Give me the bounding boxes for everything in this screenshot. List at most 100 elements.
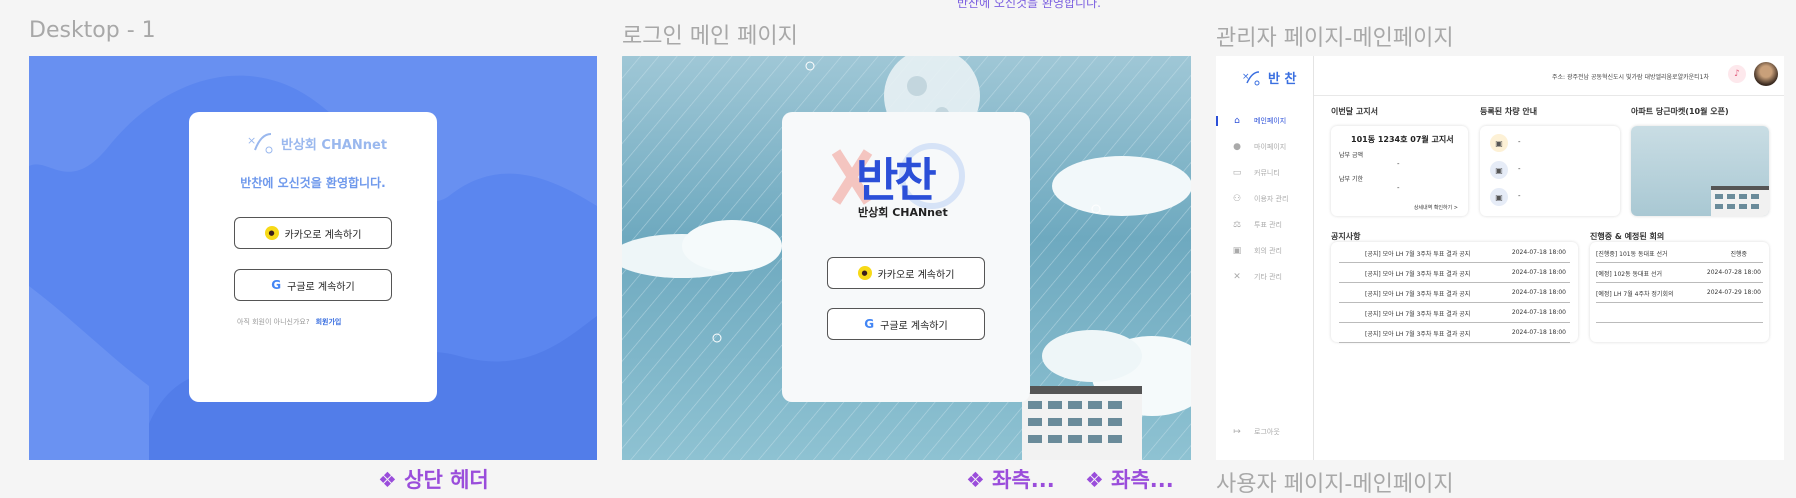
- users-icon: ⚇: [1232, 194, 1242, 204]
- brand-mark-icon: ×: [1242, 70, 1260, 85]
- sidebar-item-label: 커뮤니티: [1254, 169, 1280, 177]
- meetings-section-title: 진행중 & 예정된 회의: [1590, 232, 1665, 241]
- notice-title: [공지] 모아 LH 7월 3주차 투표 결과 공지: [1365, 251, 1471, 258]
- sidebar-item-label: 기타 관리: [1254, 273, 1282, 281]
- bell-icon[interactable]: ♪: [1728, 65, 1746, 83]
- market-section-title: 아파트 당근마켓(10월 오픈): [1631, 107, 1729, 116]
- svg-text:×: ×: [247, 134, 256, 147]
- bill-section-title: 이번달 고지서: [1331, 107, 1378, 116]
- bill-amount-value: -: [1397, 160, 1400, 168]
- sidebar-item[interactable]: ⌂ 메인페이지: [1216, 116, 1286, 126]
- section-label-header: ❖ 상단 헤더: [378, 468, 489, 492]
- cars-section-title: 등록된 차량 안내: [1480, 107, 1538, 116]
- meeting-title: [예정] LH 7월 4주차 정기회의: [1596, 291, 1674, 298]
- meetings-panel: [진행중] 101동 동대표 선거 진행중 [예정] 102동 동대표 선거 2024…: [1590, 242, 1769, 342]
- signup-prompt: 아직 회원이 아니신가요?: [237, 318, 310, 326]
- frame-title-login: 로그인 메인 페이지: [622, 24, 798, 49]
- section-label-left-1: ❖ 좌측...: [966, 468, 1055, 492]
- notice-title: [공지] 모아 LH 7월 3주차 투표 결과 공지: [1365, 291, 1471, 298]
- bill-due-label: 납부 기한: [1339, 176, 1363, 183]
- desktop-frame: × 반상회 CHANnet 반찬에 오신것을 환영합니다. ● 카카오로 계속하…: [29, 56, 597, 460]
- logo-text: 반상회 CHANnet: [281, 137, 388, 153]
- brand: × 반 찬: [1242, 68, 1296, 87]
- welcome-text: 반찬에 오신것을 환영합니다.: [240, 176, 386, 190]
- logo-big-text: 반찬: [856, 153, 937, 207]
- kakao-button-label: 카카오로 계속하기: [877, 269, 955, 281]
- notice-date: 2024-07-18 18:00: [1511, 249, 1566, 256]
- car-value: -: [1518, 192, 1521, 200]
- meeting-row[interactable]: [예정] 102동 동대표 선거 2024-07-28 18:00: [1596, 264, 1763, 283]
- meeting-icon: ▣: [1232, 246, 1242, 256]
- car-icon: ▣: [1490, 134, 1508, 152]
- big-logo: 반찬 반상회 CHANnet: [832, 142, 982, 228]
- notice-row[interactable]: [공지] 모아 LH 7월 3주차 투표 결과 공지 2024-07-18 18:…: [1339, 284, 1570, 303]
- sidebar-item-label: 투표 관리: [1254, 221, 1282, 229]
- sidebar-item-label: 회의 관리: [1254, 247, 1282, 255]
- chat-icon: ▭: [1232, 168, 1242, 178]
- google-icon: G: [864, 317, 875, 331]
- login-card: × 반상회 CHANnet 반찬에 오신것을 환영합니다. ● 카카오로 계속하…: [189, 112, 437, 402]
- meeting-row[interactable]: [예정] LH 7월 4주차 정기회의 2024-07-29 18:00: [1596, 284, 1763, 303]
- google-login-button[interactable]: G 구글로 계속하기: [827, 308, 985, 340]
- notice-row[interactable]: [공지] 모아 LH 7월 3주차 투표 결과 공지 2024-07-18 18:…: [1339, 244, 1570, 263]
- frame-title-desktop: Desktop - 1: [29, 18, 156, 43]
- notice-date: 2024-07-18 18:00: [1511, 329, 1566, 336]
- channet-logo: × 반상회 CHANnet: [247, 130, 387, 156]
- notice-date: 2024-07-18 18:00: [1511, 309, 1566, 316]
- sidebar-item-label: 메인페이지: [1254, 117, 1287, 125]
- car-value: -: [1518, 165, 1521, 173]
- notice-row[interactable]: [공지] 모아 LH 7월 3주차 투표 결과 공지 2024-07-18 18:…: [1339, 304, 1570, 323]
- sidebar-item[interactable]: ▣ 회의 관리: [1216, 246, 1282, 256]
- vote-icon: ⚖: [1232, 220, 1242, 230]
- sidebar-item[interactable]: ✕ 기타 관리: [1216, 272, 1282, 282]
- kakao-login-button[interactable]: ● 카카오로 계속하기: [827, 257, 985, 289]
- bill-panel: 101동 1234호 07월 고지서 납부 금액 - 납부 기한 - 상세내역 …: [1331, 126, 1468, 216]
- sidebar-item[interactable]: ⚇ 이용자 관리: [1216, 194, 1288, 204]
- sidebar-item-label: 이용자 관리: [1254, 195, 1289, 203]
- kakao-icon: ●: [264, 226, 279, 240]
- car-value: -: [1518, 138, 1521, 146]
- google-login-button[interactable]: G 구글로 계속하기: [234, 269, 392, 301]
- logout-button[interactable]: ↦ 로그아웃: [1216, 427, 1280, 437]
- signup-row: 아직 회원이 아니신가요? 회원가입: [237, 317, 341, 327]
- sidebar-item[interactable]: ▭ 커뮤니티: [1216, 168, 1280, 178]
- avatar[interactable]: [1754, 62, 1778, 86]
- market-panel[interactable]: [1631, 126, 1769, 216]
- meeting-row[interactable]: [1596, 304, 1763, 323]
- meeting-date: 2024-07-29 18:00: [1706, 289, 1761, 296]
- notices-section-title: 공지사항: [1331, 232, 1361, 241]
- kakao-login-button[interactable]: ● 카카오로 계속하기: [234, 217, 392, 249]
- address-text: 주소: 광주전남 공동혁신도시 빛가람 대방엘리움로얄카운티1차: [1552, 74, 1709, 81]
- signup-link[interactable]: 회원가입: [316, 317, 342, 327]
- notice-row[interactable]: [공지] 모아 LH 7월 3주차 투표 결과 공지 2024-07-18 18:…: [1339, 264, 1570, 283]
- bill-detail-link[interactable]: 상세내역 확인하기 >: [1414, 204, 1458, 211]
- login-main-frame: 반찬 반상회 CHANnet ● 카카오로 계속하기 G 구글로 계속하기: [622, 56, 1191, 460]
- meeting-date: 2024-07-28 18:00: [1706, 269, 1761, 276]
- notice-title: [공지] 모아 LH 7월 3주차 투표 결과 공지: [1365, 311, 1471, 318]
- notice-row[interactable]: [공지] 모아 LH 7월 3주차 투표 결과 공지 2024-07-18 18:…: [1339, 324, 1570, 343]
- sidebar-item[interactable]: ● 마이페이지: [1216, 142, 1286, 152]
- admin-main-frame: × 반 찬 ⌂ 메인페이지 ● 마이페이지 ▭ 커뮤니티 ⚇ 이용자 관리 ⚖ 투표 관리 ▣ 회의 …: [1216, 56, 1784, 460]
- meeting-row[interactable]: [진행중] 101동 동대표 선거 진행중: [1596, 244, 1763, 263]
- car-icon: ▣: [1490, 161, 1508, 179]
- kakao-button-label: 카카오로 계속하기: [284, 229, 362, 241]
- user-icon: ●: [1233, 142, 1241, 152]
- google-button-label: 구글로 계속하기: [287, 281, 355, 293]
- notice-title: [공지] 모아 LH 7월 3주차 투표 결과 공지: [1365, 331, 1471, 338]
- sidebar-item-label: 마이페이지: [1254, 143, 1287, 151]
- cars-panel: ▣ - ▣ - ▣ -: [1480, 126, 1620, 216]
- home-icon: ⌂: [1234, 116, 1240, 126]
- notice-date: 2024-07-18 18:00: [1511, 269, 1566, 276]
- meeting-date: 진행중: [1730, 251, 1747, 258]
- frame-title-user-page: 사용자 페이지-메인페이지: [1216, 472, 1454, 497]
- bill-amount-label: 납부 금액: [1339, 152, 1363, 159]
- notices-panel: [공지] 모아 LH 7월 3주차 투표 결과 공지 2024-07-18 18:…: [1331, 242, 1578, 343]
- tools-icon: ✕: [1233, 272, 1241, 282]
- logo-mark-icon: ×: [247, 133, 273, 154]
- login-card: 반찬 반상회 CHANnet ● 카카오로 계속하기 G 구글로 계속하기: [782, 112, 1030, 402]
- bill-due-value: -: [1397, 184, 1400, 192]
- notice-date: 2024-07-18 18:00: [1511, 289, 1566, 296]
- logo-sub-text: 반상회 CHANnet: [858, 206, 948, 219]
- google-button-label: 구글로 계속하기: [880, 320, 948, 332]
- sidebar-item[interactable]: ⚖ 투표 관리: [1216, 220, 1282, 230]
